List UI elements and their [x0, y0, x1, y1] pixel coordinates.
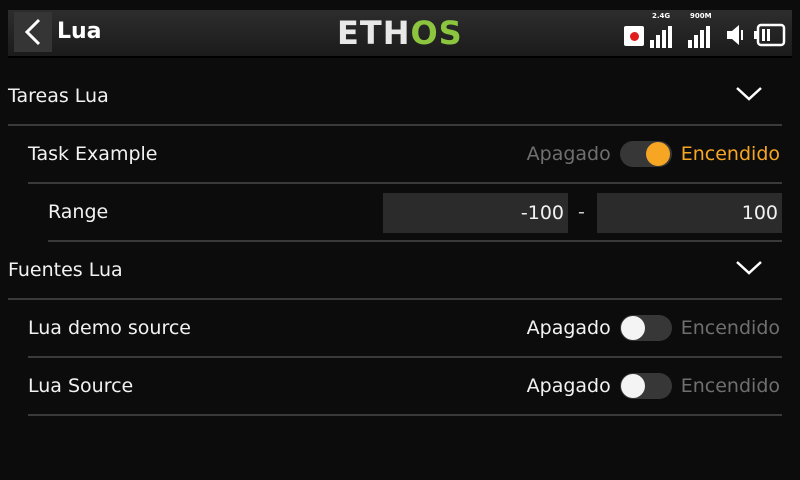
page-title: Lua	[57, 19, 102, 44]
toggle-knob	[620, 374, 645, 398]
section-header-tareas-lua[interactable]: Tareas Lua	[8, 68, 782, 126]
toggle-knob	[620, 316, 645, 340]
item-label: Lua demo source	[28, 317, 191, 339]
rf-internal-label: 2.4G	[652, 12, 671, 20]
ethos-logo: ETHOS	[337, 16, 463, 50]
toggle-switch[interactable]	[619, 373, 672, 399]
toggle-on-label: Encendido	[680, 143, 780, 165]
back-button[interactable]	[14, 12, 52, 52]
toggle-lua-demo-source[interactable]: Apagado Encendido	[527, 300, 780, 356]
section-title: Tareas Lua	[8, 85, 109, 107]
list-item-lua-source: Lua Source Apagado Encendido	[28, 358, 782, 416]
chevron-down-icon[interactable]	[736, 86, 762, 102]
range-min-field[interactable]: -100	[383, 193, 568, 233]
toggle-off-label: Apagado	[526, 143, 611, 165]
item-label: Task Example	[28, 143, 158, 165]
rf-external-label: 900M	[690, 12, 712, 20]
toggle-switch[interactable]	[619, 315, 672, 341]
top-bar: Lua ETHOS 2.4G 900M	[0, 0, 800, 62]
range-separator: -	[578, 201, 585, 223]
toggle-on-label: Encendido	[680, 317, 780, 339]
toggle-off-label: Apagado	[526, 317, 611, 339]
item-label: Range	[48, 201, 109, 223]
speaker-muted-icon[interactable]	[726, 23, 748, 47]
battery-icon	[754, 23, 786, 47]
toggle-lua-source[interactable]: Apagado Encendido	[527, 358, 780, 414]
rf-internal-signal-icon: 2.4G	[650, 12, 682, 48]
rf-external-signal-icon: 900M	[688, 12, 720, 48]
list-item-range: Range -100 - 100	[48, 184, 782, 242]
item-label: Lua Source	[28, 375, 134, 397]
chevron-left-icon	[24, 18, 41, 46]
range-max-field[interactable]: 100	[597, 193, 782, 233]
toggle-task-example[interactable]: Apagado Encendido	[527, 126, 780, 182]
section-header-fuentes-lua[interactable]: Fuentes Lua	[8, 242, 782, 300]
list-item-task-example: Task Example Apagado Encendido	[28, 126, 782, 184]
section-title: Fuentes Lua	[8, 259, 123, 281]
toggle-on-label: Encendido	[680, 375, 780, 397]
record-icon[interactable]	[624, 26, 644, 46]
toggle-knob	[645, 142, 670, 166]
chevron-down-icon[interactable]	[736, 260, 762, 276]
logo-os-text: OS	[410, 14, 463, 52]
list-item-lua-demo-source: Lua demo source Apagado Encendido	[28, 300, 782, 358]
status-area: 2.4G 900M	[624, 12, 786, 48]
toggle-switch[interactable]	[619, 141, 672, 167]
toggle-off-label: Apagado	[526, 375, 611, 397]
logo-eth-text: ETH	[337, 14, 411, 52]
